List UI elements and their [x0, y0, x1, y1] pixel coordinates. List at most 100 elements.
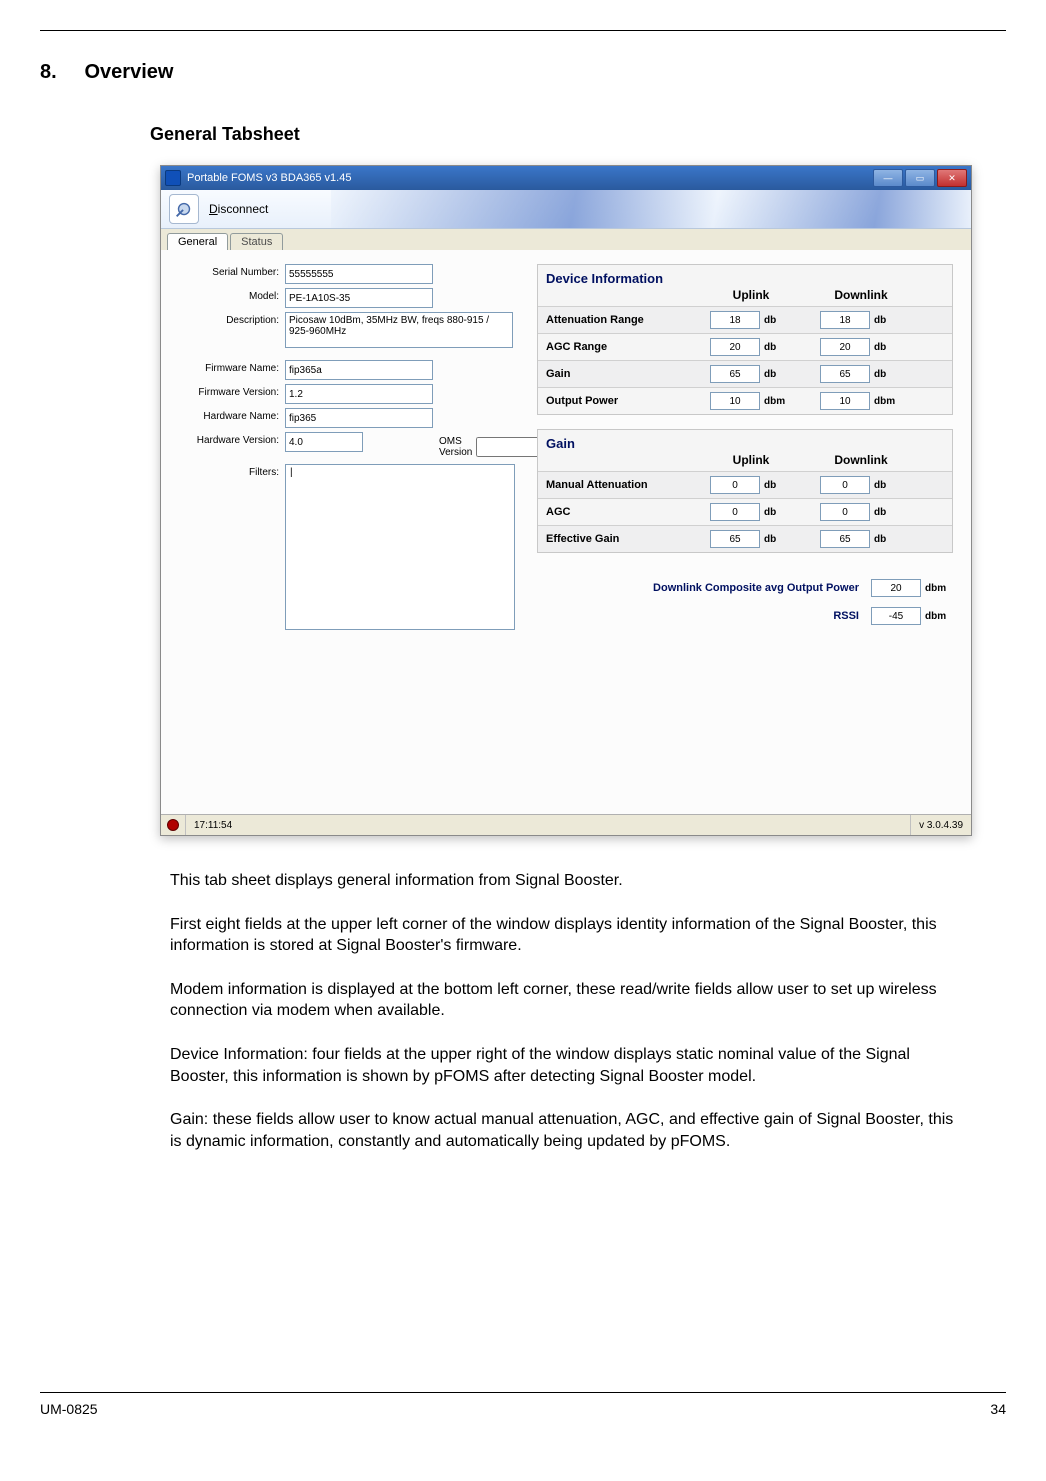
- tab-general[interactable]: General: [167, 233, 228, 250]
- close-button[interactable]: ✕: [937, 169, 967, 187]
- uplink-value: [710, 365, 760, 383]
- table-row: Output Power dbm dbm: [538, 387, 952, 414]
- section-heading: 8. Overview: [40, 61, 1006, 84]
- unit-label: dbm: [764, 396, 792, 407]
- serial-label: Serial Number:: [179, 264, 285, 278]
- status-bar: 17:11:54 v 3.0.4.39: [161, 814, 971, 835]
- paragraph: First eight fields at the upper left cor…: [170, 914, 966, 957]
- filters-box[interactable]: |: [285, 464, 515, 630]
- unit-label: db: [764, 507, 792, 518]
- unit-label: db: [874, 507, 902, 518]
- table-row: Manual Attenuation db db: [538, 471, 952, 498]
- unit-label: db: [874, 369, 902, 380]
- minimize-button[interactable]: —: [873, 169, 903, 187]
- table-row: Gain db db: [538, 360, 952, 387]
- downlink-header: Downlink: [806, 288, 916, 302]
- row-label: Manual Attenuation: [546, 479, 696, 491]
- oms-label: OMS Version: [439, 436, 472, 458]
- rssi-label: RSSI: [833, 610, 859, 622]
- device-info-title: Device Information: [538, 265, 952, 288]
- disconnect-icon[interactable]: [169, 194, 199, 224]
- downlink-value: [820, 338, 870, 356]
- paragraph: Modem information is displayed at the bo…: [170, 979, 966, 1022]
- composite-power-unit: dbm: [925, 583, 953, 594]
- tab-status[interactable]: Status: [230, 233, 283, 250]
- row-label: Effective Gain: [546, 533, 696, 545]
- uplink-value: [710, 476, 760, 494]
- downlink-value: [820, 365, 870, 383]
- unit-label: db: [764, 315, 792, 326]
- downlink-value: [820, 476, 870, 494]
- uplink-value: [710, 530, 760, 548]
- table-row: Effective Gain db db: [538, 525, 952, 552]
- disconnect-link[interactable]: Disconnect: [209, 202, 268, 216]
- uplink-header: Uplink: [696, 453, 806, 467]
- downlink-value: [820, 392, 870, 410]
- gain-panel: Gain UplinkDownlink Manual Attenuation db…: [537, 429, 953, 553]
- hwver-input[interactable]: [285, 432, 363, 452]
- table-row: AGC db db: [538, 498, 952, 525]
- toolbar: Disconnect: [161, 190, 971, 229]
- device-info-panel: Device Information UplinkDownlink Attenu…: [537, 264, 953, 415]
- uplink-value: [710, 503, 760, 521]
- unit-label: db: [874, 315, 902, 326]
- tabstrip: General Status: [161, 229, 971, 250]
- filters-label: Filters:: [179, 464, 285, 478]
- table-row: AGC Range db db: [538, 333, 952, 360]
- body-text: This tab sheet displays general informat…: [170, 870, 966, 1152]
- rssi-unit: dbm: [925, 611, 953, 622]
- uplink-value: [710, 311, 760, 329]
- app-window: Portable FOMS v3 BDA365 v1.45 — ▭ ✕ Disc…: [160, 165, 972, 836]
- table-row: Attenuation Range db db: [538, 306, 952, 333]
- composite-power-label: Downlink Composite avg Output Power: [653, 582, 859, 594]
- titlebar[interactable]: Portable FOMS v3 BDA365 v1.45 — ▭ ✕: [161, 166, 971, 190]
- uplink-value: [710, 392, 760, 410]
- row-label: AGC Range: [546, 341, 696, 353]
- description-input[interactable]: Picosaw 10dBm, 35MHz BW, freqs 880-915 /…: [285, 312, 513, 348]
- status-led-icon: [167, 819, 179, 831]
- maximize-button[interactable]: ▭: [905, 169, 935, 187]
- oms-input[interactable]: [476, 437, 544, 457]
- uplink-value: [710, 338, 760, 356]
- unit-label: db: [874, 534, 902, 545]
- composite-power-value: [871, 579, 921, 597]
- unit-label: db: [764, 534, 792, 545]
- downlink-value: [820, 503, 870, 521]
- unit-label: db: [874, 342, 902, 353]
- status-version: v 3.0.4.39: [910, 815, 971, 835]
- row-label: Output Power: [546, 395, 696, 407]
- unit-label: db: [764, 342, 792, 353]
- fwver-label: Firmware Version:: [179, 384, 285, 398]
- downlink-value: [820, 530, 870, 548]
- hwname-input[interactable]: [285, 408, 433, 428]
- subsection-heading: General Tabsheet: [150, 124, 1006, 145]
- hwname-label: Hardware Name:: [179, 408, 285, 422]
- uplink-header: Uplink: [696, 288, 806, 302]
- row-label: AGC: [546, 506, 696, 518]
- paragraph: Gain: these fields allow user to know ac…: [170, 1109, 966, 1152]
- downlink-header: Downlink: [806, 453, 916, 467]
- paragraph: This tab sheet displays general informat…: [170, 870, 966, 892]
- footer-right: 34: [990, 1401, 1006, 1417]
- model-input[interactable]: [285, 288, 433, 308]
- fwname-input[interactable]: [285, 360, 433, 380]
- fwver-input[interactable]: [285, 384, 433, 404]
- app-icon: [165, 170, 181, 186]
- unit-label: db: [764, 369, 792, 380]
- rssi-value: [871, 607, 921, 625]
- model-label: Model:: [179, 288, 285, 302]
- fwname-label: Firmware Name:: [179, 360, 285, 374]
- paragraph: Device Information: four fields at the u…: [170, 1044, 966, 1087]
- unit-label: dbm: [874, 396, 902, 407]
- row-label: Attenuation Range: [546, 314, 696, 326]
- footer-left: UM-0825: [40, 1401, 98, 1417]
- serial-input[interactable]: [285, 264, 433, 284]
- description-label: Description:: [179, 312, 285, 326]
- hwver-label: Hardware Version:: [179, 432, 285, 446]
- downlink-value: [820, 311, 870, 329]
- gain-title: Gain: [538, 430, 952, 453]
- unit-label: db: [874, 480, 902, 491]
- status-time: 17:11:54: [185, 815, 240, 835]
- unit-label: db: [764, 480, 792, 491]
- row-label: Gain: [546, 368, 696, 380]
